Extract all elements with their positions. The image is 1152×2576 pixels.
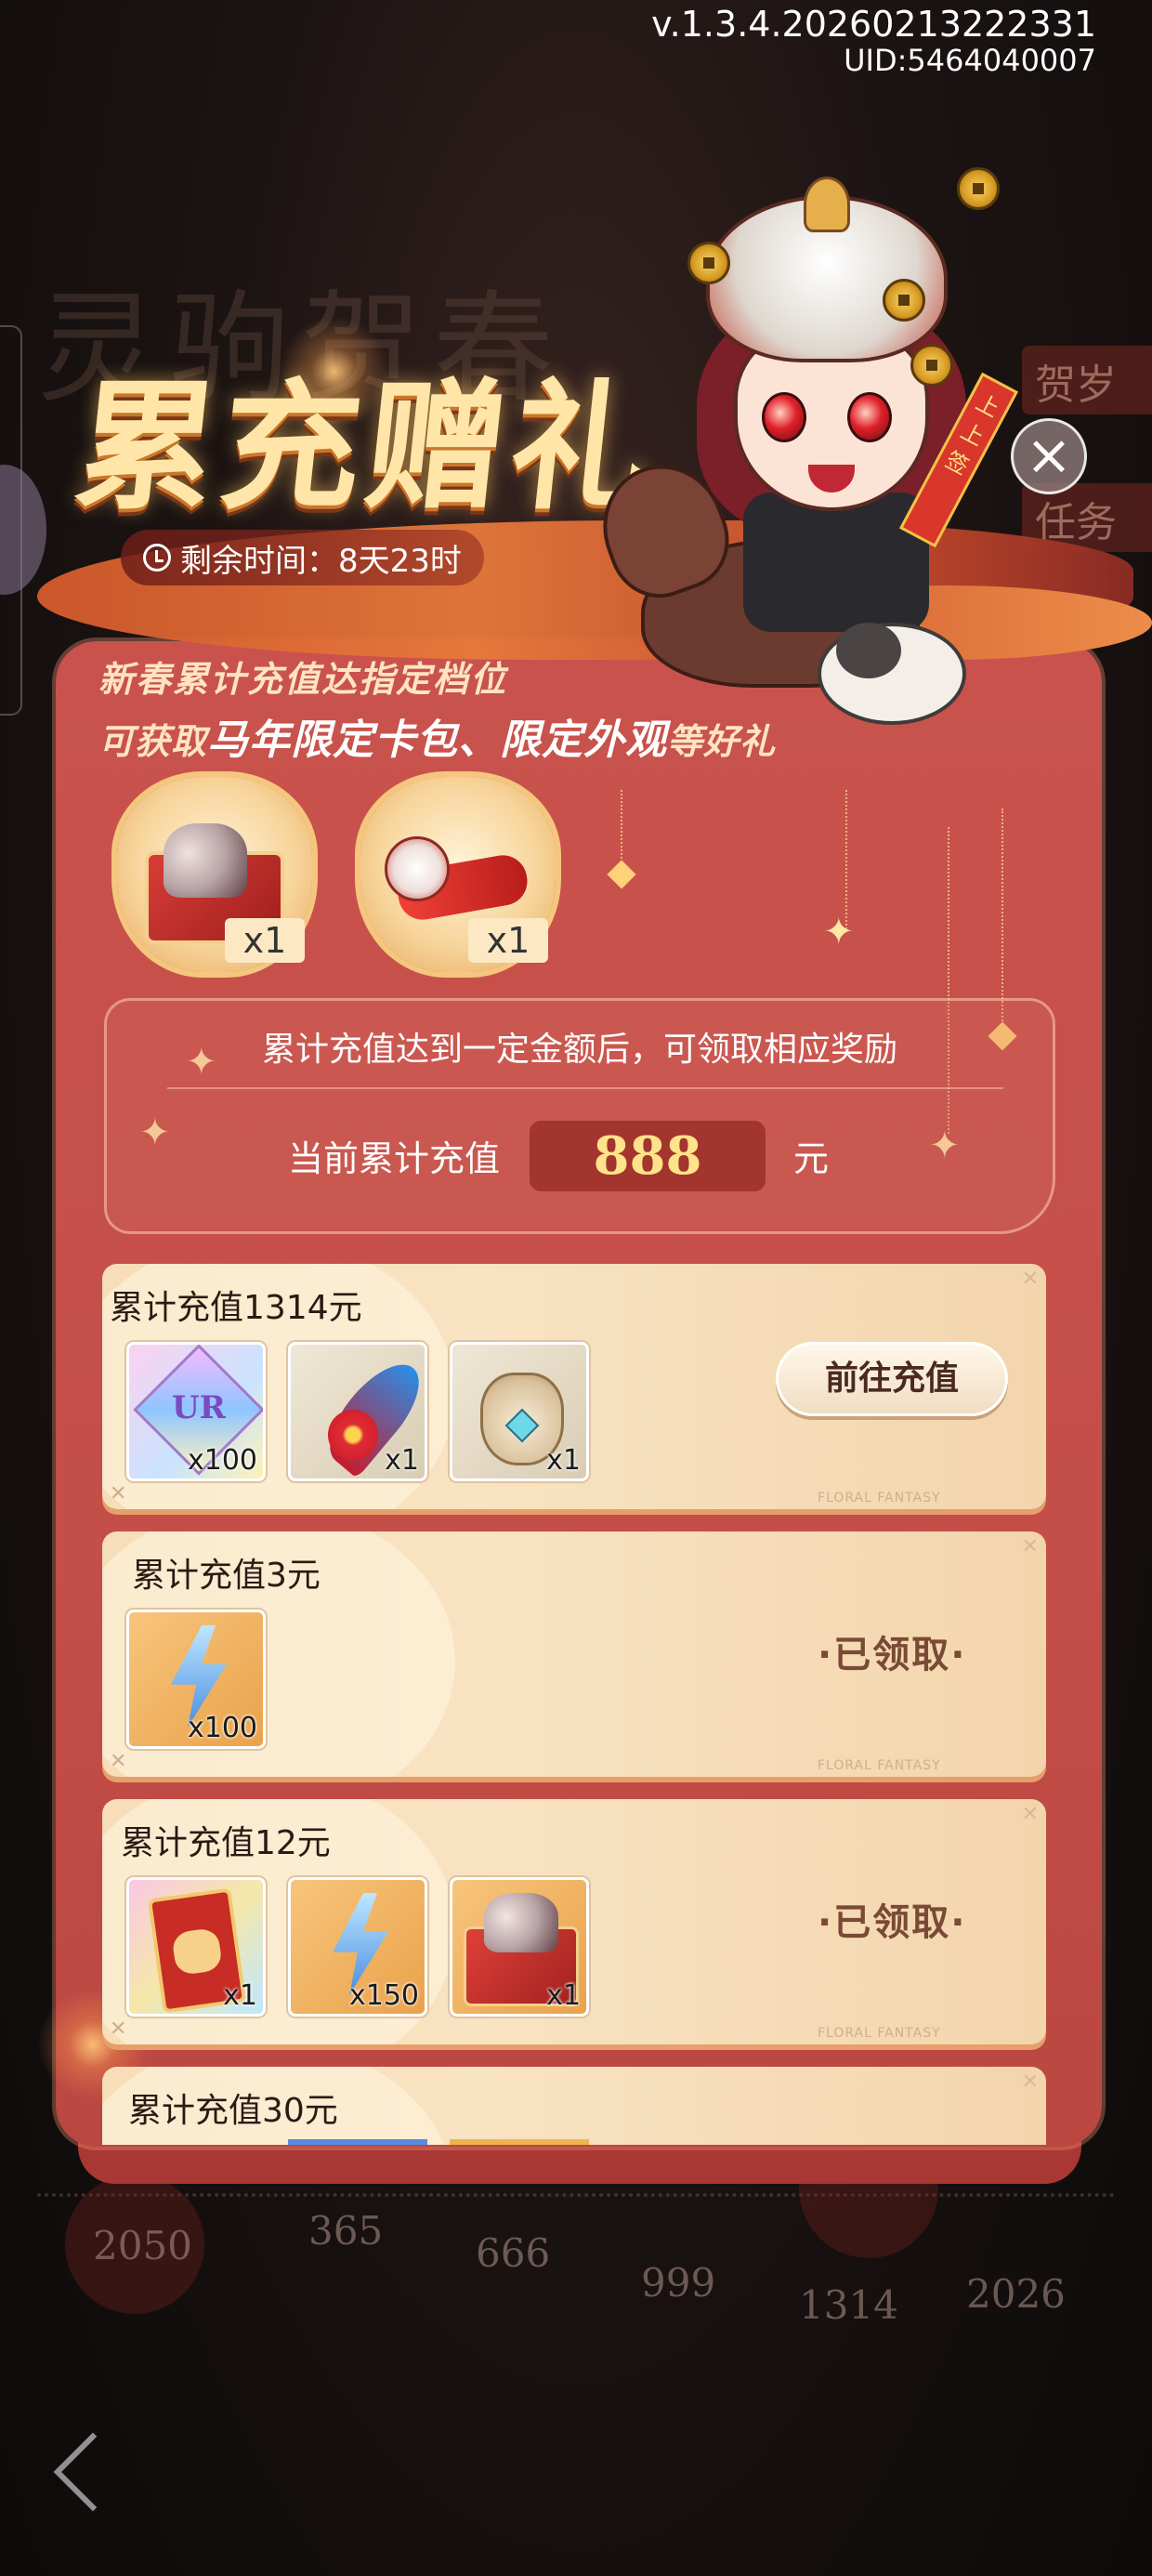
left-floating-bubble [0,465,46,595]
milestone-label: 666 [476,2230,551,2276]
hat-ornament [804,177,850,232]
item-count: x1 [385,1444,419,1477]
figurine-icon [164,823,247,898]
coin-icon [883,279,925,322]
reward-tier-card: 累计充值1314元 ✕ ✕ FLORAL FANTASY UR x100 x1 … [102,1264,1046,1509]
hanging-string-light [845,790,847,929]
item-count: x1 [546,1444,581,1477]
tier-label: 累计充值30元 [128,2092,338,2130]
featured-reward-lion-item[interactable]: x1 [360,777,556,972]
reward-item-peek [288,2139,427,2145]
reward-item-peek [450,2139,589,2145]
reward-tier-card-partial: 累计充值30元 ✕ [102,2067,1046,2145]
reward-item[interactable]: UR x100 [126,1342,266,1481]
reward-item[interactable]: x100 [126,1610,266,1749]
clock-icon [143,544,171,572]
card-corner-mark: ✕ [1021,1535,1039,1558]
remaining-time-badge: 剩余时间：8天23时 [121,530,484,585]
reward-item[interactable]: x1 [288,1342,427,1481]
claimed-status: ·已领取· [818,1634,967,1676]
side-tab-greetings: 贺岁 [1022,346,1152,414]
coin-icon [957,167,1000,210]
character-eye [762,392,806,442]
info-divider [167,1087,1003,1089]
recharge-notice: 累计充值达到一定金额后，可领取相应奖励 [261,1031,897,1069]
dog-spot [836,623,901,678]
current-recharge-label: 当前累计充值 [288,1138,501,1179]
reward-item[interactable]: x1 [126,1877,266,2017]
featured-reward-gift-box[interactable]: x1 [117,777,312,972]
horse-emblem [171,1926,224,1977]
featured-reward-count: x1 [225,918,305,963]
figurine-icon [484,1893,558,1952]
sparkle-icon: ✦ [823,911,855,953]
intro-suffix: 等好礼 [667,721,777,762]
tier-label: 累计充值12元 [121,1824,331,1862]
character-eye [847,392,892,442]
remaining-time-text: 剩余时间：8天23时 [180,542,462,580]
intro-line-1: 新春累计充值达指定档位 [98,659,508,700]
close-button[interactable]: × [1011,418,1087,494]
reward-tier-card: 累计充值12元 ✕ ✕ FLORAL FANTASY x1 x150 x1 ·已… [102,1799,1046,2044]
card-corner-mark: ✕ [1021,1803,1039,1826]
milestone-label: 365 [308,2208,384,2254]
coin-icon [910,344,953,387]
reward-item[interactable]: x150 [288,1877,427,2017]
intro-highlight: 马年限定卡包、限定外观 [207,716,668,764]
milestone-label: 2026 [966,2271,1066,2317]
back-arrow-icon[interactable] [53,2432,133,2512]
featured-reward-count: x1 [468,918,548,963]
coin-icon [687,242,730,284]
card-brand: FLORAL FANTASY [818,1758,941,1773]
card-brand: FLORAL FANTASY [818,2026,941,2041]
item-count: x100 [187,1444,257,1477]
item-count: x100 [187,1712,257,1744]
tier-label: 累计充值3元 [132,1557,321,1595]
card-corner-mark: ✕ [110,1750,127,1773]
card-corner-mark: ✕ [110,1482,127,1505]
item-count: x1 [546,1979,581,2012]
reward-item[interactable]: x1 [450,1877,589,2017]
uid-label: UID:5464040007 [844,43,1096,78]
gem-label: UR [172,1389,226,1426]
item-count: x150 [348,1979,419,2012]
event-title: 累充赠礼 [68,365,665,529]
character-body [743,493,929,632]
current-recharge-amount: 888 [530,1121,766,1191]
milestone-label: 2050 [93,2223,192,2268]
card-corner-mark: ✕ [1021,1268,1039,1291]
card-corner-mark: ✕ [110,2017,127,2041]
card-corner-mark: ✕ [1021,2070,1039,2094]
intro-line-2: 可获取马年限定卡包、限定外观等好礼 [98,706,776,766]
version-label: v.1.3.4.20260213222331 [651,4,1096,45]
milestone-label: 999 [641,2260,716,2306]
intro-prefix: 可获取 [98,721,208,762]
item-count: x1 [223,1979,257,2012]
reward-tier-card: 累计充值3元 ✕ ✕ FLORAL FANTASY x100 ·已领取· [102,1531,1046,1777]
lion-head-icon [385,836,450,901]
go-recharge-button[interactable]: 前往充值 [776,1342,1008,1416]
tier-label: 累计充值1314元 [110,1289,362,1327]
currency-unit: 元 [793,1138,830,1179]
flower-icon [328,1410,378,1460]
claimed-status: ·已领取· [818,1901,967,1944]
mascot-character-illustration: 上上签 [584,167,1019,725]
milestone-label: 1314 [799,2282,898,2328]
card-brand: FLORAL FANTASY [818,1491,941,1505]
reward-item[interactable]: x1 [450,1342,589,1481]
